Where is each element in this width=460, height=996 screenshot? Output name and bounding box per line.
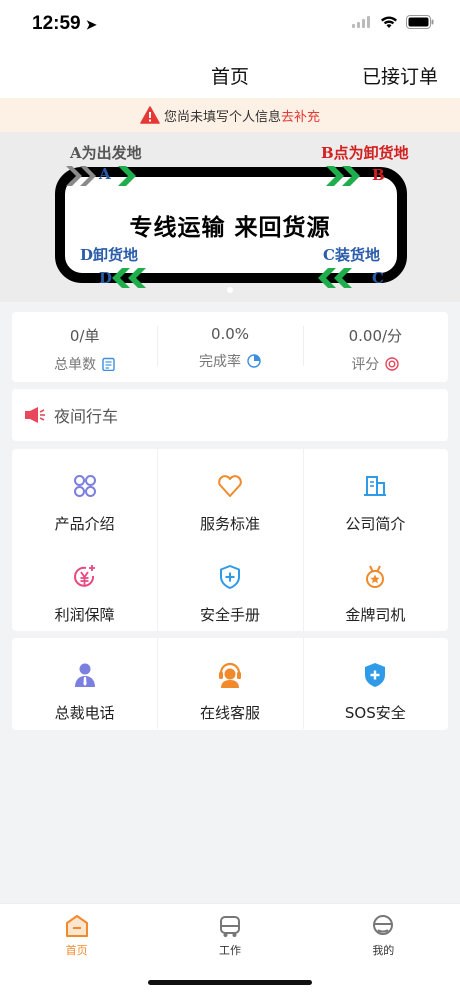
announcement-bar[interactable]: 夜间行车 (12, 389, 448, 441)
profile-icon (373, 915, 394, 935)
stat-completion-rate: 0.0% 完成率 (157, 312, 302, 382)
status-bar: 12:59 ➤ (0, 0, 460, 50)
company-profile-button[interactable]: 公司简介 (302, 449, 448, 540)
complete-info-link[interactable]: 去补充 (281, 106, 320, 125)
product-icon (73, 475, 96, 497)
cell-label: 公司简介 (345, 515, 406, 533)
shield-plus-icon (219, 565, 240, 589)
wifi-icon (381, 16, 397, 28)
yen-coin-icon (73, 565, 95, 587)
carousel-dots (0, 287, 460, 293)
contact-grid: 总裁电话 在线客服 SOS安全 (12, 638, 448, 730)
cell-label: 在线客服 (199, 704, 260, 722)
banner-letter-a: A (99, 165, 111, 183)
truck-icon (219, 916, 240, 937)
tab-label: 工作 (218, 944, 241, 957)
banner-headline: 专线运输 来回货源 (129, 215, 331, 241)
feature-grid: 产品介绍 服务标准 公司简介 利润保障 安全手册 金牌司机 (12, 449, 448, 631)
banner-label-a: A为出发地 (70, 144, 142, 162)
profile-notice: 您尚未填写个人信息 去补充 (0, 98, 460, 132)
stat-label: 总单数 (54, 357, 97, 373)
gold-medal-icon (366, 565, 385, 588)
cell-label: 总裁电话 (54, 704, 115, 722)
clipboard-icon (102, 357, 115, 371)
tab-label: 首页 (65, 944, 88, 957)
route-banner[interactable]: A为出发地 A B点为卸货地 B 专线运输 来回货源 D卸货地 D C装货地 C (0, 132, 460, 302)
cell-label: 金牌司机 (345, 606, 406, 624)
product-intro-button[interactable]: 产品介绍 (12, 449, 157, 540)
service-standard-button[interactable]: 服务标准 (157, 449, 302, 540)
home-indicator (148, 980, 312, 985)
stat-label: 完成率 (198, 354, 241, 370)
gold-driver-button[interactable]: 金牌司机 (302, 540, 448, 631)
cell-label: 安全手册 (199, 606, 260, 624)
megaphone-icon (25, 407, 45, 423)
tab-home[interactable]: 首页 (0, 904, 153, 996)
cell-label: 产品介绍 (54, 515, 115, 533)
online-support-button[interactable]: 在线客服 (157, 638, 302, 729)
stat-value: 0.0% (210, 325, 250, 343)
stat-label: 评分 (351, 357, 380, 373)
building-icon (364, 476, 387, 496)
stat-value: 0.00/分 (348, 327, 403, 345)
sos-shield-icon (365, 663, 386, 687)
banner-letter-b: B (372, 166, 385, 184)
medal-icon (385, 357, 400, 371)
status-icons (352, 15, 434, 29)
tab-profile[interactable]: 我的 (307, 904, 460, 996)
stat-total-orders: 0/单 总单数 (12, 312, 157, 382)
stat-rating: 0.00/分 评分 (302, 312, 448, 382)
customer-service-icon (218, 662, 241, 688)
location-arrow-icon: ➤ (85, 17, 97, 32)
home-icon (65, 915, 88, 937)
president-phone-button[interactable]: 总裁电话 (12, 638, 157, 729)
notice-text: 您尚未填写个人信息 (163, 109, 281, 125)
status-time: 12:59 ➤ (32, 13, 97, 34)
banner-label-d: D卸货地 (80, 246, 139, 264)
stats-panel: 0/单 总单数 0.0% 完成率 0.00/分 评分 (12, 312, 448, 382)
nav-bar: 首页 已接订单 (0, 50, 460, 98)
pie-chart-icon (247, 354, 261, 368)
announcement-text: 夜间行车 (54, 407, 119, 426)
president-icon (74, 663, 95, 687)
cell-label: SOS安全 (344, 704, 406, 722)
stat-value: 0/单 (69, 327, 100, 345)
carousel-dot (227, 287, 233, 293)
accepted-orders-button[interactable]: 已接订单 (362, 62, 438, 89)
cell-label: 服务标准 (199, 515, 260, 533)
banner-label-b: B点为卸货地 (321, 144, 409, 162)
heart-icon (218, 475, 242, 497)
cell-label: 利润保障 (54, 606, 115, 624)
tab-label: 我的 (372, 944, 395, 957)
safety-manual-button[interactable]: 安全手册 (157, 540, 302, 631)
banner-letter-d: D (99, 269, 113, 287)
banner-letter-c: C (372, 269, 384, 287)
signal-icon (352, 16, 370, 28)
warning-icon (140, 106, 160, 124)
sos-safety-button[interactable]: SOS安全 (302, 638, 448, 729)
banner-label-c: C装货地 (323, 246, 380, 264)
profit-guarantee-button[interactable]: 利润保障 (12, 540, 157, 631)
battery-icon (406, 15, 434, 29)
